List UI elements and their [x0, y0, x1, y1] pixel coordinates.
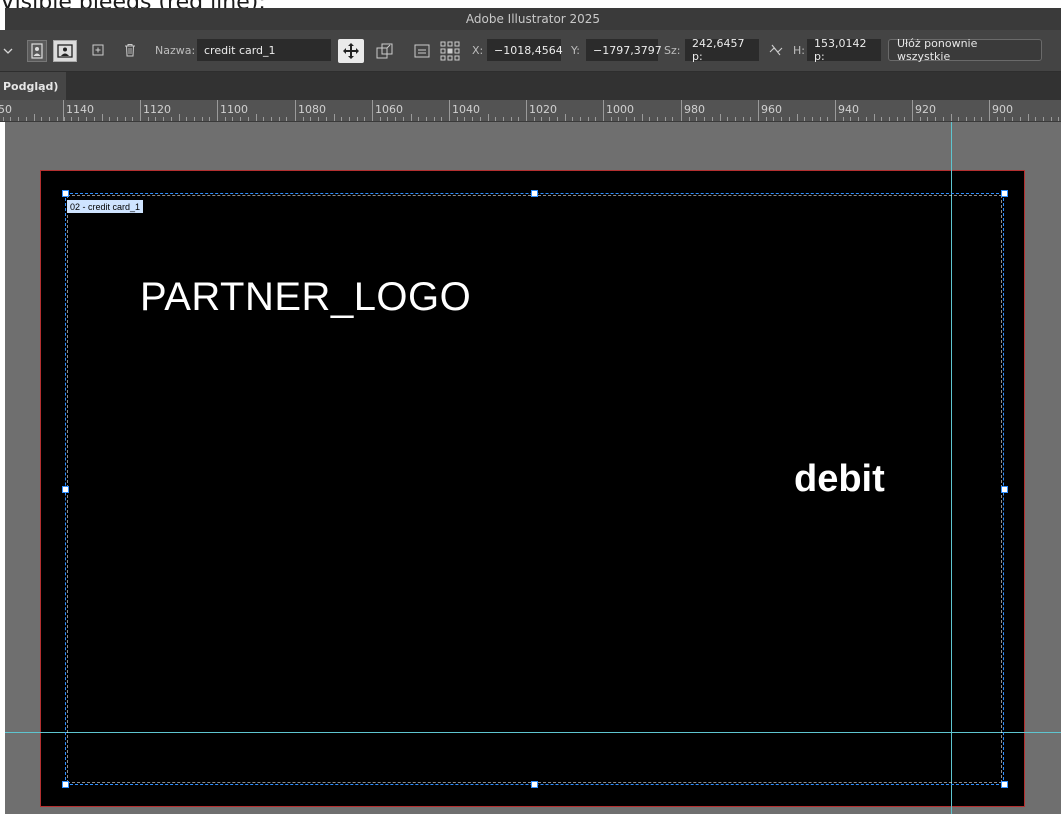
ruler-label: 1000	[606, 103, 634, 116]
width-label: Sz:	[664, 44, 681, 57]
document-tab-bar: Podgląd)	[0, 72, 1061, 100]
control-bar: Nazwa: credit card_1 X: −1018,4564 Y: −1…	[0, 30, 1061, 72]
ruler-label: 900	[992, 103, 1013, 116]
align-grid-icon[interactable]	[439, 40, 461, 62]
ruler-major-tick	[681, 100, 682, 121]
ruler-major-tick	[912, 100, 913, 121]
ruler-minor-tick	[1028, 114, 1029, 121]
ruler-label: 1120	[143, 103, 171, 116]
window-titlebar: Adobe Illustrator 2025	[5, 8, 1061, 30]
ruler-major-tick	[603, 100, 604, 121]
horizontal-ruler[interactable]: 50 1140 1120 1100 1080 1060 1040 1020 1000 980 960…	[0, 100, 1061, 122]
height-input[interactable]: 153,0142 p:	[807, 37, 881, 63]
delete-artboard-icon[interactable]	[123, 42, 137, 58]
handle-bottom-left[interactable]	[62, 781, 69, 788]
window-title: Adobe Illustrator 2025	[465, 12, 601, 26]
ruler-major-tick	[989, 100, 990, 121]
chevron-down-icon[interactable]	[2, 41, 14, 61]
height-label: H:	[793, 44, 805, 57]
ruler-label: 920	[915, 103, 936, 116]
ruler-label: 960	[761, 103, 782, 116]
ruler-label: 1020	[529, 103, 557, 116]
illustrator-screenshot: Visible bleeds (red line): Adobe Illustr…	[0, 0, 1061, 814]
ruler-major-tick	[372, 100, 373, 121]
ruler-minor-tick	[411, 114, 412, 121]
ruler-major-tick	[449, 100, 450, 121]
handle-bottom-center[interactable]	[531, 781, 538, 788]
ruler-label: 1040	[452, 103, 480, 116]
name-label: Nazwa:	[155, 44, 196, 57]
ruler-major-tick	[526, 100, 527, 121]
artboard-landscape-icon[interactable]	[53, 40, 77, 62]
ruler-label: 1100	[220, 103, 248, 116]
artboard-name-label: 02 - credit card_1	[67, 200, 144, 213]
move-with-artboard-icon[interactable]	[338, 39, 364, 63]
ruler-minor-tick	[488, 114, 489, 121]
document-tab-label: Podgląd)	[3, 79, 59, 93]
x-position-input[interactable]: −1018,4564	[487, 39, 563, 61]
ruler-label: 980	[684, 103, 705, 116]
y-position-input[interactable]: −1797,3797	[586, 39, 662, 61]
ruler-label: 1140	[66, 103, 94, 116]
ruler-minor-tick	[334, 114, 335, 121]
ruler-label: 1060	[375, 103, 403, 116]
artboard-options-icon[interactable]	[375, 42, 395, 60]
partner-logo-text[interactable]: PARTNER_LOGO	[140, 275, 471, 320]
ruler-minor-tick	[102, 114, 103, 121]
artboard-portrait-icon[interactable]	[27, 40, 47, 62]
ruler-major-tick	[63, 100, 64, 121]
reflow-all-button[interactable]: Ułóż ponownie wszystkie	[888, 37, 1042, 63]
artboard-name-input[interactable]: credit card_1	[197, 39, 331, 61]
ruler-major-tick	[140, 100, 141, 121]
handle-top-center[interactable]	[531, 190, 538, 197]
ruler-label: 50	[0, 103, 12, 116]
ruler-minor-tick	[642, 114, 643, 121]
ruler-minor-tick	[797, 114, 798, 121]
ruler-major-tick	[295, 100, 296, 121]
handle-top-left[interactable]	[62, 190, 69, 197]
ruler-minor-tick	[565, 114, 566, 121]
rearrange-icon[interactable]	[413, 42, 431, 60]
width-input[interactable]: 242,6457 p:	[685, 37, 759, 63]
ruler-minor-tick	[720, 114, 721, 121]
ruler-major-tick	[758, 100, 759, 121]
handle-bottom-right[interactable]	[1001, 781, 1008, 788]
debit-text[interactable]: debit	[794, 458, 885, 501]
ruler-minor-tick	[3, 117, 4, 121]
ruler-major-tick	[217, 100, 218, 121]
ruler-label: 1080	[298, 103, 326, 116]
ruler-minor-tick	[34, 114, 35, 121]
handle-middle-right[interactable]	[1001, 486, 1008, 493]
ruler-minor-tick	[874, 114, 875, 121]
handle-top-right[interactable]	[1001, 190, 1008, 197]
ruler-major-tick	[835, 100, 836, 121]
new-artboard-icon[interactable]	[91, 43, 105, 57]
y-label: Y:	[571, 44, 580, 57]
document-tab[interactable]: Podgląd)	[0, 72, 66, 100]
ruler-minor-tick	[179, 114, 180, 121]
handle-middle-left[interactable]	[62, 486, 69, 493]
link-proportions-icon[interactable]	[767, 43, 785, 57]
ruler-label: 940	[838, 103, 859, 116]
ruler-minor-tick	[256, 114, 257, 121]
ruler-minor-tick	[951, 114, 952, 121]
x-label: X:	[472, 44, 484, 57]
